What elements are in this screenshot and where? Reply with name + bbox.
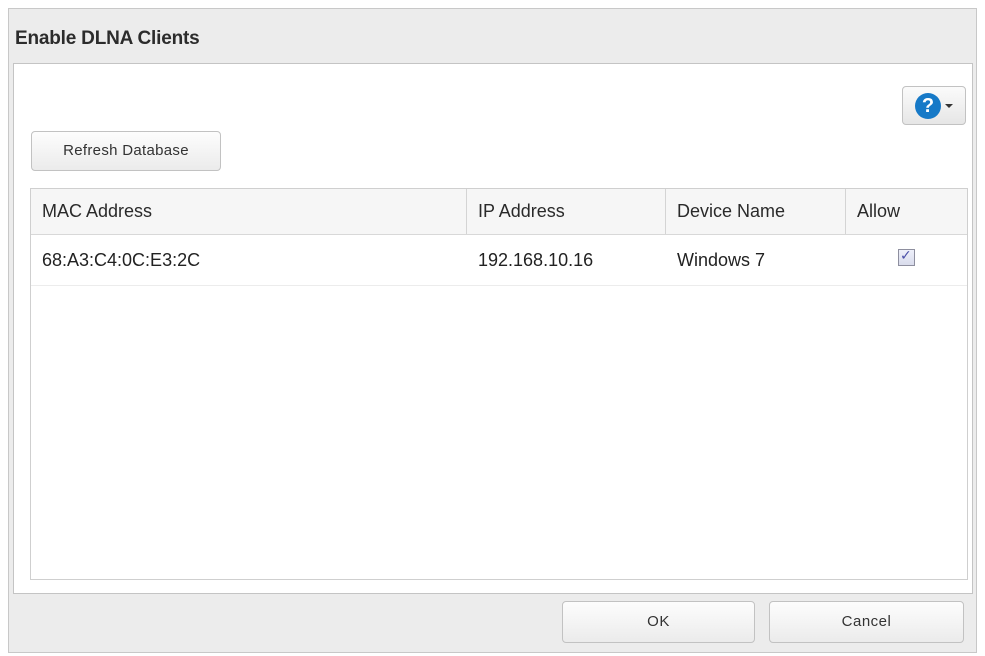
column-header-device-name[interactable]: Device Name [666, 189, 846, 234]
dialog-content-panel: ? Refresh Database MAC Address IP Addres… [13, 63, 973, 594]
ip-address-cell: 192.168.10.16 [478, 250, 594, 270]
device-name-cell: Windows 7 [677, 250, 766, 270]
dlna-clients-table: MAC Address IP Address Device Name Allow… [30, 188, 968, 580]
table-row[interactable]: 68:A3:C4:0C:E3:2C 192.168.10.16 Windows … [31, 235, 967, 286]
allow-cell: ✓ [846, 235, 967, 285]
refresh-database-button[interactable]: Refresh Database [31, 131, 221, 171]
mac-address-cell: 68:A3:C4:0C:E3:2C [42, 250, 201, 270]
help-button[interactable]: ? [902, 86, 966, 125]
ok-button[interactable]: OK [562, 601, 755, 643]
caret-down-icon [945, 103, 953, 108]
column-header-ip-address[interactable]: IP Address [467, 189, 666, 234]
column-header-mac-address[interactable]: MAC Address [31, 189, 467, 234]
cancel-button[interactable]: Cancel [769, 601, 964, 643]
allow-checkbox[interactable]: ✓ [898, 247, 915, 266]
dlna-clients-dialog: Enable DLNA Clients ? Refresh Database M… [8, 8, 977, 653]
question-circle-icon: ? [915, 92, 941, 119]
column-header-allow[interactable]: Allow [846, 189, 967, 234]
checkmark-icon: ✓ [900, 247, 912, 264]
table-header: MAC Address IP Address Device Name Allow [31, 189, 967, 235]
dialog-title: Enable DLNA Clients [15, 28, 200, 49]
